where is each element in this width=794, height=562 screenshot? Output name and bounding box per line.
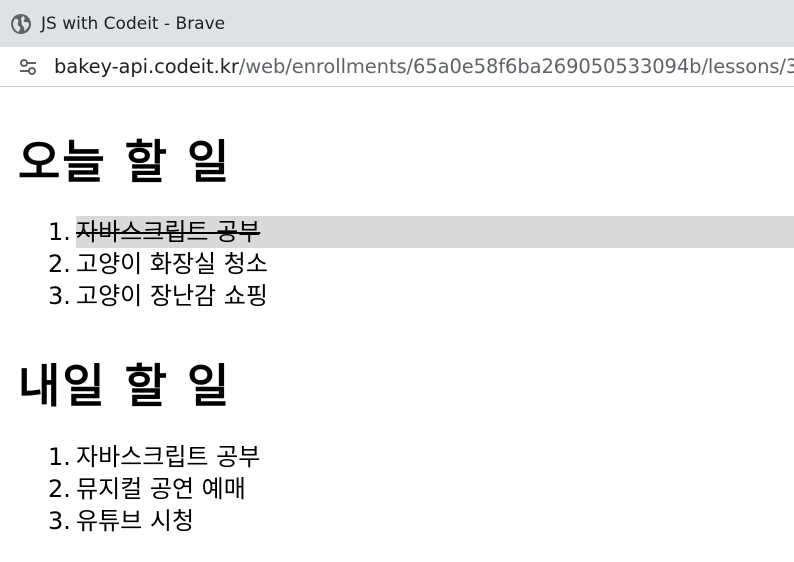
url-path: /web/enrollments/65a0e58f6ba269050533094… <box>238 55 794 78</box>
list-item-text-box: 자바스크립트 공부 <box>76 216 794 248</box>
tomorrow-list: 1. 자바스크립트 공부 2. 뮤지컬 공연 예매 3. 유튜브 시청 <box>0 441 794 537</box>
list-item-text: 유튜브 시청 <box>76 507 195 535</box>
list-item-number: 2. <box>48 250 71 278</box>
window-title: JS with Codeit - Brave <box>41 13 226 34</box>
list-item-number: 1. <box>48 443 71 471</box>
list-item-number: 1. <box>48 218 71 246</box>
list-item[interactable]: 3. 고양이 장난감 쇼핑 <box>0 280 794 312</box>
address-bar[interactable]: bakey-api.codeit.kr/web/enrollments/65a0… <box>0 47 794 87</box>
list-item[interactable]: 1. 자바스크립트 공부 <box>0 441 794 473</box>
list-item-number: 2. <box>48 475 71 503</box>
list-item[interactable]: 1. 자바스크립트 공부 <box>0 216 794 248</box>
list-item-text: 고양이 장난감 쇼핑 <box>76 282 268 310</box>
tomorrow-heading: 내일 할 일 <box>18 359 232 413</box>
url-text[interactable]: bakey-api.codeit.kr/web/enrollments/65a0… <box>54 55 794 78</box>
page-content: 오늘 할 일 1. 자바스크립트 공부 2. 고양이 화장실 청소 3. 고양이… <box>0 88 794 562</box>
list-item-number: 3. <box>48 282 71 310</box>
list-item-number: 3. <box>48 507 71 535</box>
list-item[interactable]: 2. 뮤지컬 공연 예매 <box>0 473 794 505</box>
list-item-text: 고양이 화장실 청소 <box>76 250 268 278</box>
list-item[interactable]: 3. 유튜브 시청 <box>0 505 794 537</box>
url-host: bakey-api.codeit.kr <box>54 55 239 78</box>
globe-icon <box>10 13 32 35</box>
list-item-text: 자바스크립트 공부 <box>76 443 261 471</box>
today-list: 1. 자바스크립트 공부 2. 고양이 화장실 청소 3. 고양이 장난감 쇼핑 <box>0 216 794 312</box>
list-item-text: 자바스크립트 공부 <box>76 218 261 246</box>
today-heading: 오늘 할 일 <box>18 135 232 189</box>
site-settings-icon[interactable] <box>18 57 38 77</box>
window-title-bar: JS with Codeit - Brave <box>0 0 794 47</box>
list-item-text: 뮤지컬 공연 예매 <box>76 475 246 503</box>
list-item[interactable]: 2. 고양이 화장실 청소 <box>0 248 794 280</box>
